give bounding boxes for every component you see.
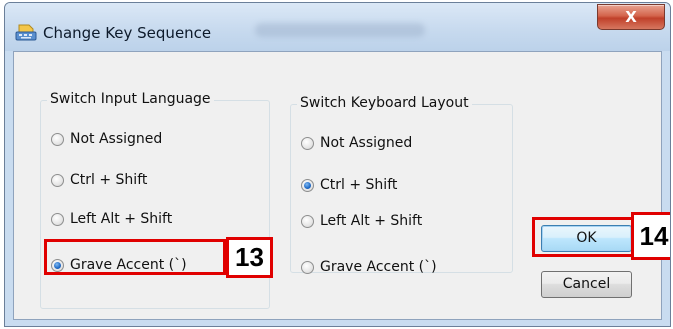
grave-accent-highlight — [44, 239, 226, 275]
title-bar[interactable]: Change Key Sequence X — [5, 3, 670, 51]
switch-input-language-legend: Switch Input Language — [47, 91, 214, 107]
radio-label: Not Assigned — [70, 131, 163, 147]
change-key-sequence-dialog: Change Key Sequence X Switch Input Langu… — [4, 2, 671, 327]
step-13-label: 13 — [226, 237, 273, 278]
radio-label: Ctrl + Shift — [70, 172, 148, 188]
radio-button[interactable] — [301, 260, 314, 274]
close-button[interactable]: X — [597, 4, 665, 30]
keyboard-layout-option-left-alt-shift[interactable]: Left Alt + Shift — [301, 213, 422, 229]
radio-button[interactable] — [51, 212, 64, 226]
step-14-label: 14 — [631, 212, 670, 260]
radio-button-selected[interactable] — [301, 178, 314, 192]
switch-keyboard-layout-legend: Switch Keyboard Layout — [297, 95, 472, 111]
radio-label: Left Alt + Shift — [320, 213, 423, 229]
radio-label: Ctrl + Shift — [320, 177, 398, 193]
radio-button[interactable] — [301, 214, 314, 228]
close-icon: X — [625, 8, 637, 26]
radio-button[interactable] — [51, 132, 64, 146]
ok-button-highlight — [532, 217, 634, 257]
radio-label: Left Alt + Shift — [70, 211, 173, 227]
keyboard-layout-option-ctrl-shift[interactable]: Ctrl + Shift — [301, 177, 397, 193]
dialog-client-area: Switch Input Language Not Assigned Ctrl … — [13, 51, 670, 320]
radio-label: Grave Accent (`) — [320, 259, 437, 275]
input-language-option-ctrl-shift[interactable]: Ctrl + Shift — [51, 172, 147, 188]
window-title: Change Key Sequence — [43, 24, 212, 42]
radio-button[interactable] — [51, 173, 64, 187]
keyboard-icon — [15, 24, 37, 41]
cancel-button[interactable]: Cancel — [541, 271, 632, 298]
background-window-title-ghost — [255, 23, 425, 37]
input-language-option-not-assigned[interactable]: Not Assigned — [51, 131, 162, 147]
input-language-option-left-alt-shift[interactable]: Left Alt + Shift — [51, 211, 172, 227]
switch-keyboard-layout-group: Switch Keyboard Layout Not Assigned Ctrl… — [290, 95, 513, 275]
radio-button[interactable] — [301, 136, 314, 150]
radio-label: Not Assigned — [320, 135, 413, 151]
keyboard-layout-option-grave-accent[interactable]: Grave Accent (`) — [301, 259, 437, 275]
keyboard-layout-option-not-assigned[interactable]: Not Assigned — [301, 135, 412, 151]
